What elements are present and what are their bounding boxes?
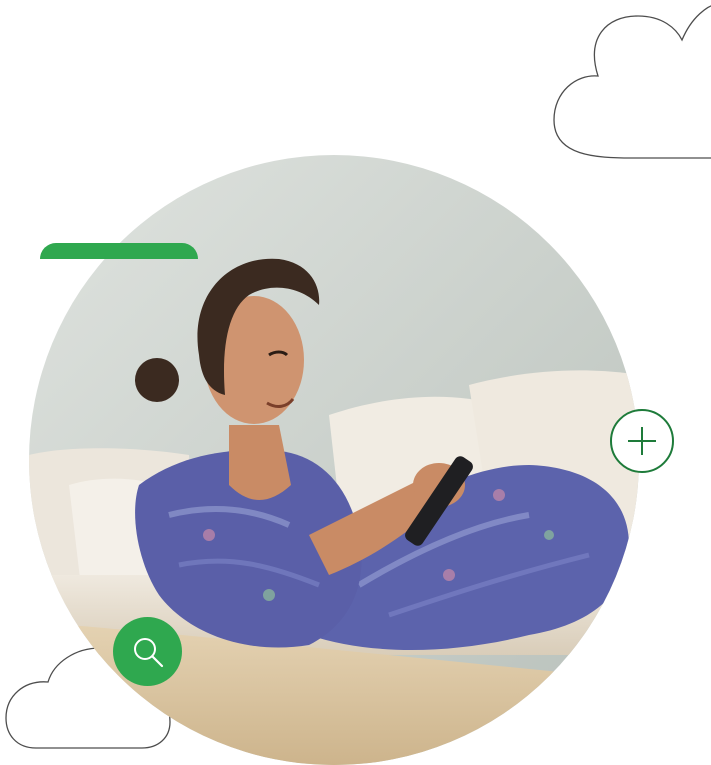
green-tab-decoration xyxy=(40,243,198,259)
cloud-outline-icon xyxy=(553,5,711,159)
hair-bun xyxy=(135,358,179,402)
plus-icon xyxy=(628,427,656,455)
search-icon xyxy=(133,637,163,667)
add-button[interactable] xyxy=(610,409,674,473)
search-button[interactable] xyxy=(113,617,182,686)
